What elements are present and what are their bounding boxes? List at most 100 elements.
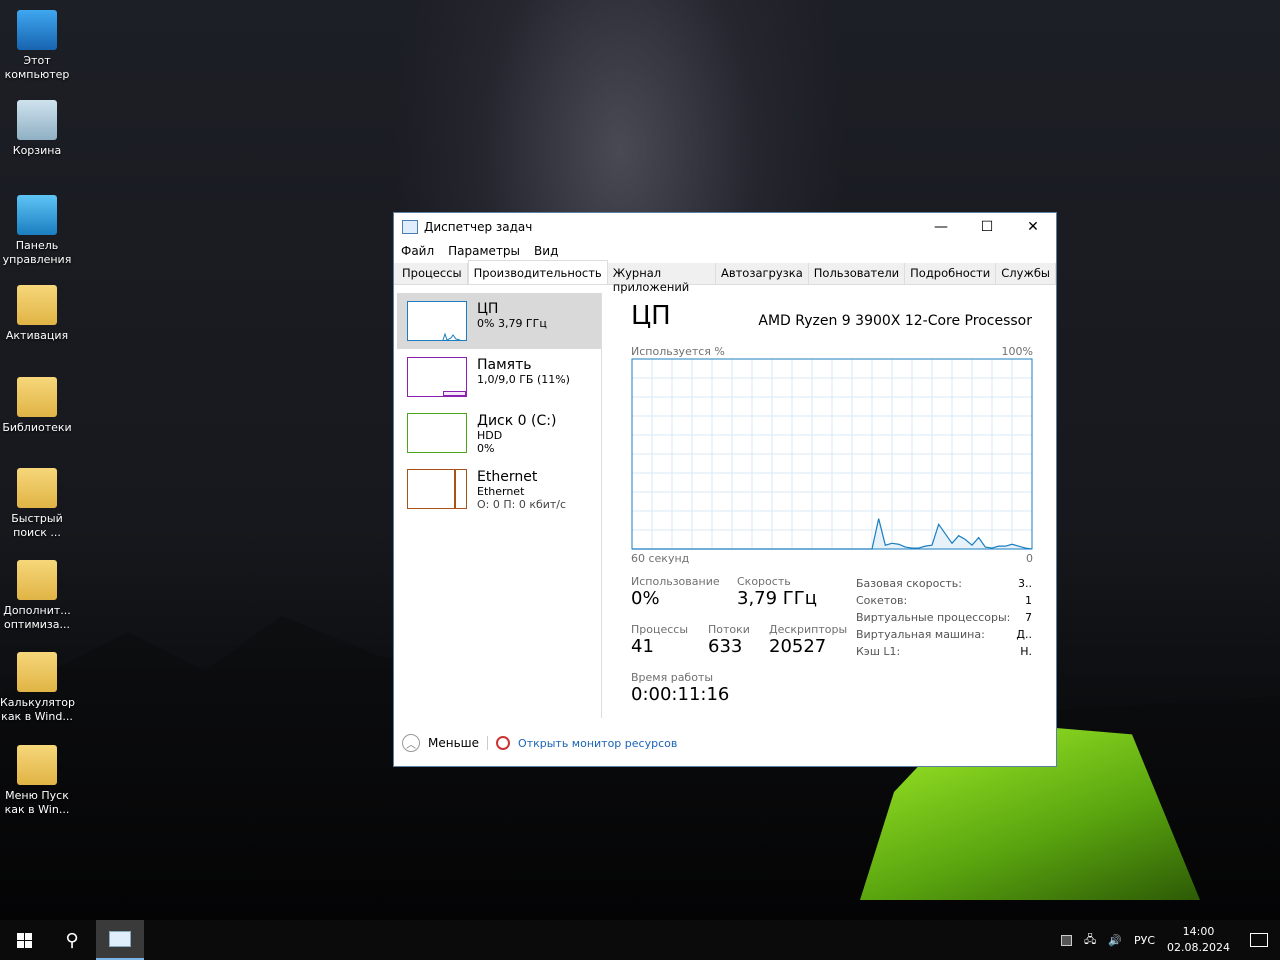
control-panel-icon bbox=[17, 195, 57, 235]
folder-icon bbox=[17, 745, 57, 785]
usage-label: Использование bbox=[631, 575, 720, 588]
cpu-panel: ЦП AMD Ryzen 9 3900X 12-Core Processor И… bbox=[631, 301, 1036, 715]
tab[interactable]: Журнал приложений bbox=[608, 263, 716, 294]
window-title: Диспетчер задач bbox=[424, 220, 533, 234]
tab[interactable]: Производительность bbox=[467, 260, 608, 284]
clock-date: 02.08.2024 bbox=[1167, 941, 1230, 954]
recycle-bin-icon bbox=[17, 100, 57, 140]
mini-graph bbox=[407, 357, 467, 397]
item-name: Память bbox=[477, 357, 532, 373]
detail-value: 7 bbox=[1025, 611, 1032, 624]
item-name: Диск 0 (C:) bbox=[477, 413, 557, 429]
notifications-icon[interactable] bbox=[1250, 933, 1268, 947]
perf-sidebar-item[interactable]: Память 1,0/9,0 ГБ (11%) bbox=[397, 349, 601, 405]
windows-icon bbox=[16, 932, 32, 948]
desktop-icon[interactable]: Калькулятор как в Wind... bbox=[0, 652, 75, 724]
perf-sidebar-item[interactable]: Диск 0 (C:) HDD 0% bbox=[397, 405, 601, 461]
fewer-details-button[interactable]: Меньше bbox=[428, 736, 479, 750]
item-name: ЦП bbox=[477, 301, 499, 317]
item-name: Ethernet bbox=[477, 469, 538, 485]
menu-item[interactable]: Параметры bbox=[448, 244, 520, 260]
close-button[interactable]: ✕ bbox=[1010, 213, 1056, 241]
start-button[interactable] bbox=[0, 920, 48, 960]
minimize-button[interactable]: — bbox=[918, 213, 964, 241]
tray-app-icon[interactable] bbox=[1061, 934, 1073, 946]
usage-value: 0% bbox=[631, 588, 660, 609]
tab[interactable]: Пользователи bbox=[809, 263, 906, 284]
desktop-icon[interactable]: Корзина bbox=[0, 100, 74, 158]
detail-value: Н. bbox=[1020, 645, 1032, 658]
tab[interactable]: Процессы bbox=[397, 263, 468, 284]
item-sub2: О: 0 П: 0 кбит/с bbox=[477, 498, 567, 511]
processes-label: Процессы bbox=[631, 623, 689, 636]
detail-row: Виртуальные процессоры: 7 bbox=[856, 611, 1032, 628]
mini-graph bbox=[407, 469, 467, 509]
search-button[interactable]: ⚲ bbox=[48, 930, 96, 951]
tab[interactable]: Автозагрузка bbox=[716, 263, 809, 284]
cpu-details: Базовая скорость: 3.. Сокетов: 1 Виртуальные… bbox=[856, 577, 1032, 662]
desktop-icon-label: Дополнит... оптимиза... bbox=[3, 604, 71, 631]
desktop-icon[interactable]: Библиотеки bbox=[0, 377, 74, 435]
open-resource-monitor-link[interactable]: Открыть монитор ресурсов bbox=[518, 737, 677, 750]
tab-bar: Процессы Производительность Журнал приложе… bbox=[394, 260, 1056, 294]
uptime-value: 0:00:11:16 bbox=[631, 684, 730, 705]
language-indicator[interactable]: РУС bbox=[1134, 934, 1155, 947]
detail-value: 3.. bbox=[1018, 577, 1032, 590]
usage-axis-label: Используется % bbox=[631, 345, 725, 358]
folder-icon bbox=[17, 652, 57, 692]
desktop-icon[interactable]: Быстрый поиск ... bbox=[0, 468, 74, 540]
speed-label: Скорость bbox=[737, 575, 791, 588]
resource-monitor-icon bbox=[496, 736, 511, 750]
detail-row: Виртуальная машина: Д.. bbox=[856, 628, 1032, 645]
desktop-icon-label: Быстрый поиск ... bbox=[11, 512, 63, 539]
item-sub: HDD bbox=[477, 429, 503, 442]
detail-label: Базовая скорость: bbox=[856, 577, 962, 590]
menu-item[interactable]: Вид bbox=[534, 244, 558, 260]
chevron-up-icon[interactable]: ︿ bbox=[402, 734, 420, 752]
desktop-icon-label: Корзина bbox=[12, 144, 62, 157]
item-sub: Ethernet bbox=[477, 485, 525, 498]
detail-row: Кэш L1: Н. bbox=[856, 645, 1032, 662]
clock-time: 14:00 bbox=[1182, 925, 1215, 938]
folder-icon bbox=[17, 468, 57, 508]
search-icon: ⚲ bbox=[65, 929, 79, 951]
taskbar: ⚲ 🖧 🔊 РУС 14:00 02.08.2024 bbox=[0, 920, 1280, 960]
title-bar[interactable]: Диспетчер задач — ☐ ✕ bbox=[394, 213, 1056, 241]
volume-icon[interactable]: 🔊 bbox=[1108, 934, 1122, 947]
computer-icon bbox=[17, 10, 57, 50]
task-manager-icon bbox=[402, 220, 418, 234]
desktop-icon[interactable]: Дополнит... оптимиза... bbox=[0, 560, 74, 632]
item-sub: 0% 3,79 ГГц bbox=[477, 317, 547, 330]
folder-icon bbox=[17, 285, 57, 325]
footer: ︿ Меньше Открыть монитор ресурсов bbox=[394, 720, 1056, 766]
detail-label: Виртуальные процессоры: bbox=[856, 611, 1011, 624]
menu-item[interactable]: Файл bbox=[401, 244, 434, 260]
max-axis-label: 100% bbox=[1001, 345, 1033, 358]
detail-row: Сокетов: 1 bbox=[856, 594, 1032, 611]
network-icon[interactable]: 🖧 bbox=[1084, 931, 1096, 950]
folder-icon bbox=[17, 560, 57, 600]
desktop-icon[interactable]: Этот компьютер bbox=[0, 10, 74, 82]
tab[interactable]: Службы bbox=[996, 263, 1056, 284]
clock[interactable]: 14:00 02.08.2024 bbox=[1167, 924, 1230, 956]
desktop-icon-label: Библиотеки bbox=[2, 421, 72, 434]
desktop-icon[interactable]: Меню Пуск как в Win... bbox=[0, 745, 74, 817]
tab[interactable]: Подробности bbox=[905, 263, 997, 284]
task-manager-icon bbox=[109, 931, 131, 947]
task-manager-window: Диспетчер задач — ☐ ✕ Файл Параметры Вид П… bbox=[393, 212, 1057, 767]
desktop-icon-label: Этот компьютер bbox=[4, 54, 70, 81]
processor-name: AMD Ryzen 9 3900X 12-Core Processor bbox=[758, 313, 1032, 329]
detail-label: Виртуальная машина: bbox=[856, 628, 985, 641]
item-sub2: 0% bbox=[477, 442, 495, 455]
mini-graph bbox=[407, 413, 467, 453]
perf-sidebar-item[interactable]: ЦП 0% 3,79 ГГц bbox=[397, 293, 601, 349]
uptime-label: Время работы bbox=[631, 671, 714, 684]
maximize-button[interactable]: ☐ bbox=[964, 213, 1010, 241]
desktop-icon[interactable]: Панель управления bbox=[0, 195, 74, 267]
taskbar-task-manager[interactable] bbox=[96, 920, 144, 960]
desktop-icon[interactable]: Активация bbox=[0, 285, 74, 343]
folder-icon bbox=[17, 377, 57, 417]
perf-sidebar-item[interactable]: Ethernet Ethernet О: 0 П: 0 кбит/с bbox=[397, 461, 601, 529]
min-axis-label: 0 bbox=[1026, 552, 1033, 565]
desktop-icon-label: Калькулятор как в Wind... bbox=[0, 696, 75, 723]
